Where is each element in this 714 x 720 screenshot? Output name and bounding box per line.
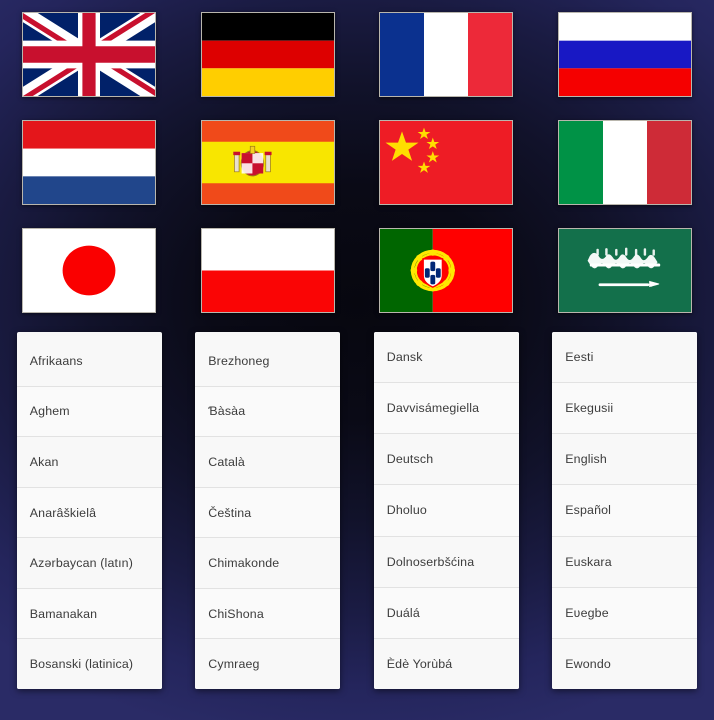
flag-cell <box>0 0 179 108</box>
language-picker-page: Afrikaans Aghem Akan Anarâškielâ Azərbay… <box>0 0 714 720</box>
flag-cell <box>179 108 358 216</box>
list-item[interactable]: Duálá <box>373 587 519 639</box>
list-item[interactable]: Bamanakan <box>16 588 162 640</box>
list-item[interactable]: Deutsch <box>373 434 519 486</box>
list-item[interactable]: ChiShona <box>195 588 341 640</box>
flag-united-kingdom[interactable] <box>22 11 157 97</box>
list-item[interactable]: Azərbaycan (latın) <box>16 538 162 589</box>
flag-cell <box>179 217 358 325</box>
flag-spain[interactable] <box>200 119 335 205</box>
flag-netherlands[interactable] <box>22 119 157 205</box>
flag-germany[interactable] <box>200 11 335 97</box>
flag-china[interactable] <box>379 119 514 205</box>
flag-japan[interactable] <box>22 228 157 314</box>
list-item[interactable]: Èdè Yorùbá <box>373 638 519 689</box>
flag-italy[interactable] <box>557 119 692 205</box>
language-list-grid: Afrikaans Aghem Akan Anarâškielâ Azərbay… <box>0 332 714 702</box>
list-item[interactable]: Čeština <box>195 487 341 539</box>
language-column-1: Afrikaans Aghem Akan Anarâškielâ Azərbay… <box>0 332 179 702</box>
list-item[interactable]: Aghem <box>16 386 162 438</box>
flag-portugal[interactable] <box>379 228 514 314</box>
language-list-card[interactable]: Brezhoneg Ɓàsàa Català Čeština Chimakond… <box>195 332 341 689</box>
list-item[interactable]: Català <box>195 437 341 488</box>
flag-cell <box>0 217 179 325</box>
list-item[interactable]: Dholuo <box>373 485 519 537</box>
language-list-card[interactable]: Afrikaans Aghem Akan Anarâškielâ Azərbay… <box>16 332 162 689</box>
list-item[interactable]: Español <box>552 485 698 537</box>
list-item[interactable]: Ɓàsàa <box>195 386 341 438</box>
list-item[interactable]: Bosanski (latinica) <box>16 639 162 689</box>
list-item[interactable]: Brezhoneg <box>195 336 341 387</box>
language-list-card[interactable]: Eesti Ekegusii English Español Euskara E… <box>552 332 698 689</box>
flag-cell <box>179 0 358 108</box>
language-column-4: Eesti Ekegusii English Español Euskara E… <box>536 332 714 702</box>
flag-russia[interactable] <box>557 11 692 97</box>
list-item[interactable]: Afrikaans <box>16 336 162 387</box>
flag-cell <box>357 108 536 216</box>
flag-cell <box>357 217 536 325</box>
list-item[interactable]: Eʋegbe <box>552 587 698 639</box>
flag-grid <box>0 0 714 325</box>
list-item[interactable]: Davvisámegiella <box>373 383 519 435</box>
list-item[interactable]: Dolnoserbšćina <box>373 536 519 588</box>
list-item[interactable]: English <box>552 434 698 486</box>
flag-poland[interactable] <box>200 228 335 314</box>
language-column-2: Brezhoneg Ɓàsàa Català Čeština Chimakond… <box>179 332 358 702</box>
list-item[interactable]: Ekegusii <box>552 383 698 435</box>
flag-cell <box>536 108 714 216</box>
list-item[interactable]: Chimakonde <box>195 538 341 589</box>
list-item[interactable]: Ewondo <box>552 638 698 689</box>
list-item[interactable]: Dansk <box>373 332 519 384</box>
flag-cell <box>0 108 179 216</box>
list-item[interactable]: Euskara <box>552 536 698 588</box>
flag-saudi-arabia[interactable] <box>557 228 692 314</box>
flag-cell <box>536 217 714 325</box>
flag-france[interactable] <box>379 11 514 97</box>
language-column-3: Dansk Davvisámegiella Deutsch Dholuo Dol… <box>357 332 536 702</box>
flag-cell <box>536 0 714 108</box>
list-item[interactable]: Cymraeg <box>195 639 341 689</box>
list-item[interactable]: Anarâškielâ <box>16 487 162 539</box>
language-list-card[interactable]: Dansk Davvisámegiella Deutsch Dholuo Dol… <box>373 332 519 689</box>
list-item[interactable]: Eesti <box>552 332 698 384</box>
list-item[interactable]: Akan <box>16 437 162 488</box>
flag-cell <box>357 0 536 108</box>
